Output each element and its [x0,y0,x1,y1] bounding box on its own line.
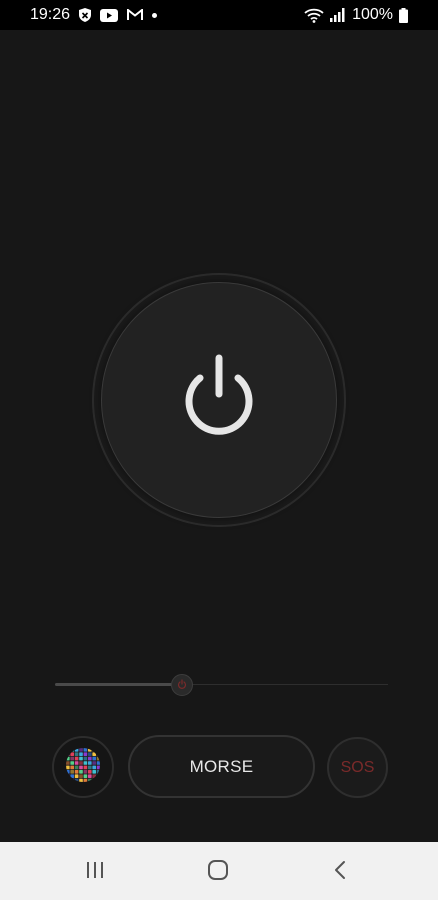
status-time: 19:26 [30,6,71,23]
screen: 19:26 100% MORSE SOS [0,0,438,900]
status-left: 19:26 [30,6,158,24]
slider-thumb[interactable] [171,674,193,696]
disco-mode-button[interactable] [52,736,114,798]
shield-icon [79,8,92,22]
slider-fill [55,683,182,686]
youtube-icon [100,8,119,22]
battery-icon [399,7,408,23]
morse-button[interactable]: MORSE [128,735,315,798]
home-icon [207,859,229,886]
gmail-icon [127,9,144,21]
morse-label: MORSE [189,756,254,776]
power-icon [174,352,264,449]
back-button[interactable] [320,852,360,892]
wifi-icon [304,8,324,23]
sos-label: SOS [340,758,375,776]
navigation-bar [0,842,438,900]
brightness-slider[interactable] [55,674,388,696]
recents-icon [85,861,105,884]
recents-button[interactable] [75,852,115,892]
home-button[interactable] [198,852,238,892]
status-bar: 19:26 100% [0,0,438,30]
power-icon [177,676,187,694]
back-icon [333,860,347,885]
power-button-ring [92,273,346,527]
disco-ball-icon [63,745,103,790]
dot-icon [152,12,158,18]
battery-percent: 100% [352,6,393,23]
status-right: 100% [304,6,408,24]
power-button[interactable] [101,282,337,518]
signal-icon [330,8,346,22]
sos-button[interactable]: SOS [327,737,388,798]
